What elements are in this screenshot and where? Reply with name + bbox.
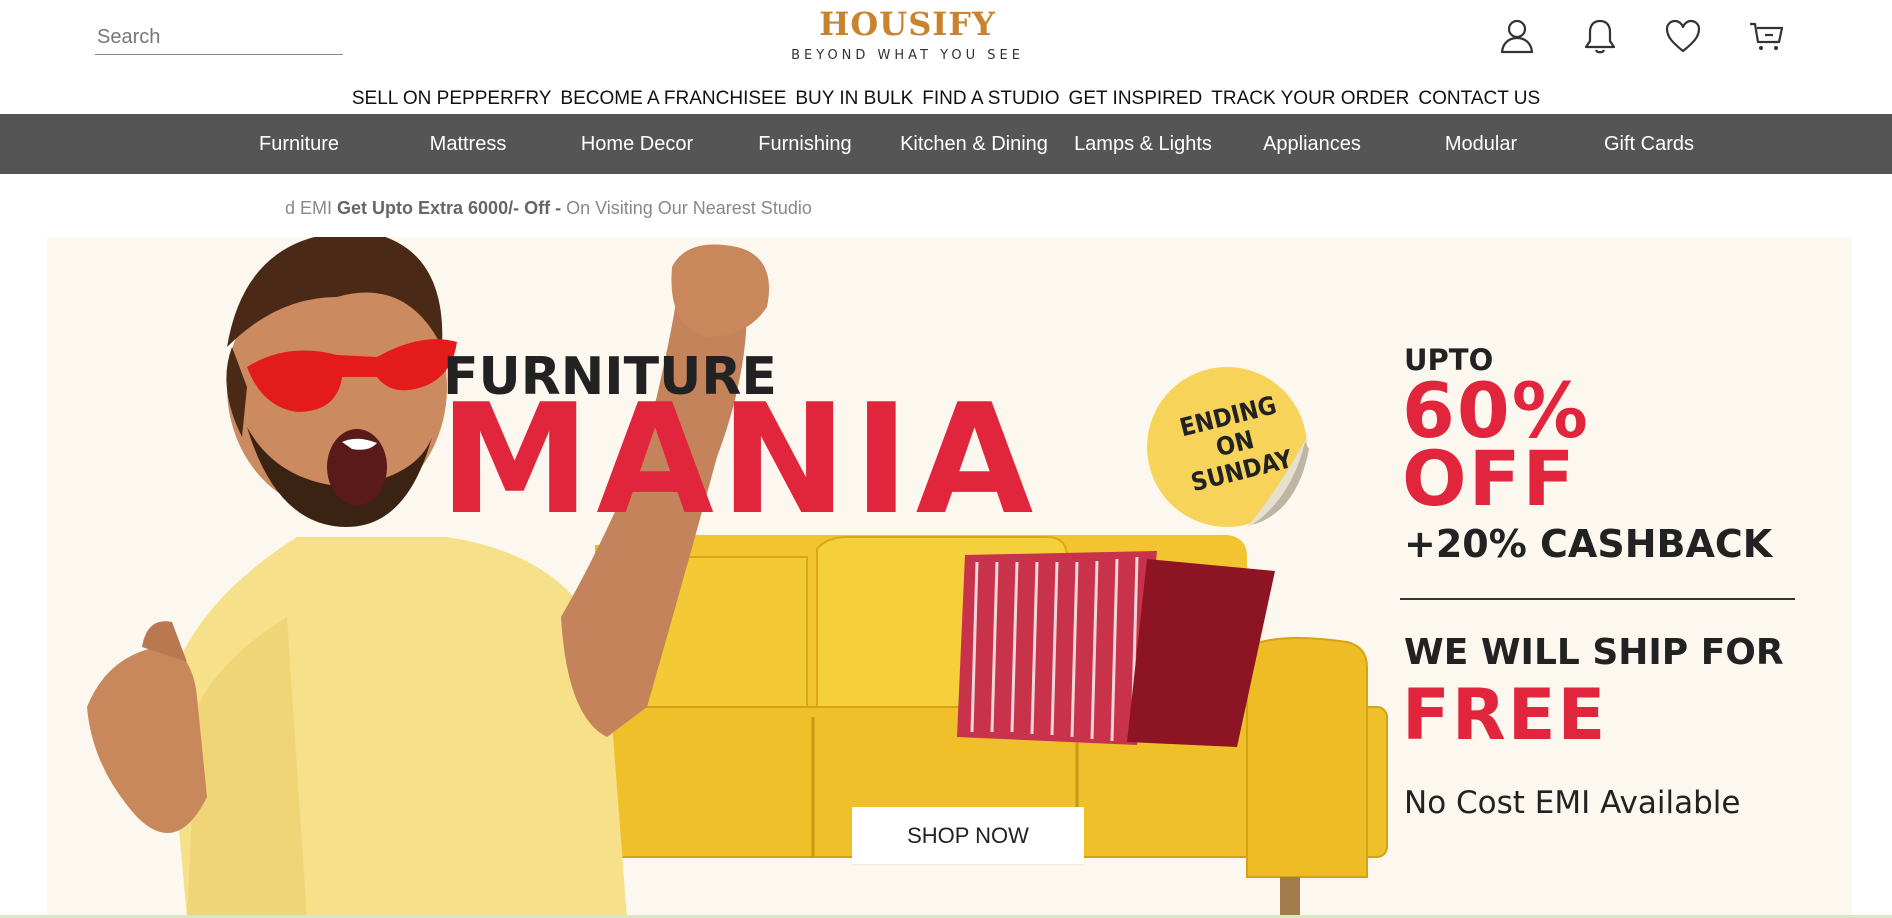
user-icon (1500, 19, 1534, 54)
category-nav: Furniture Mattress Home Decor Furnishing… (0, 114, 1892, 174)
category-gift-cards[interactable]: Gift Cards (1565, 114, 1733, 174)
link-contact-us[interactable]: CONTACT US (1418, 86, 1540, 114)
offer-off: OFF (1402, 434, 1577, 523)
category-mattress[interactable]: Mattress (384, 114, 552, 174)
promo-marquee: d EMI Get Upto Extra 6000/- Off - On Vis… (285, 196, 812, 220)
utility-nav: SELL ON PEPPERFRY BECOME A FRANCHISEE BU… (0, 86, 1892, 114)
link-track-order[interactable]: TRACK YOUR ORDER (1211, 86, 1409, 114)
pillow-striped (957, 551, 1157, 745)
category-kitchen-dining[interactable]: Kitchen & Dining (890, 114, 1058, 174)
category-modular[interactable]: Modular (1397, 114, 1565, 174)
category-lamps-lights[interactable]: Lamps & Lights (1059, 114, 1227, 174)
link-get-inspired[interactable]: GET INSPIRED (1069, 86, 1203, 114)
search-input[interactable] (95, 20, 343, 54)
cart-icon (1750, 22, 1784, 50)
bell-icon (1584, 19, 1616, 54)
category-appliances[interactable]: Appliances (1228, 114, 1396, 174)
category-furnishing[interactable]: Furnishing (721, 114, 889, 174)
shipping-text: WE WILL SHIP FOR (1404, 632, 1784, 673)
search-box[interactable] (95, 20, 343, 55)
logo-title: HOUSIFY (819, 5, 996, 43)
site-header: HOUSIFY BEYOND WHAT YOU SEE (0, 0, 1892, 80)
category-furniture[interactable]: Furniture (215, 114, 383, 174)
heart-icon (1665, 19, 1701, 53)
hero-mania-text: MANIA (439, 371, 1040, 548)
wishlist-button[interactable] (1661, 14, 1705, 58)
promo-prefix: d EMI (285, 198, 338, 218)
category-home-decor[interactable]: Home Decor (553, 114, 721, 174)
cart-button[interactable] (1744, 14, 1788, 58)
link-become-franchisee[interactable]: BECOME A FRANCHISEE (560, 86, 786, 114)
link-buy-in-bulk[interactable]: BUY IN BULK (795, 86, 913, 114)
logo-tagline: BEYOND WHAT YOU SEE (791, 48, 1024, 63)
hero-banner[interactable]: FURNITURE MANIA ENDING ON SUNDAY UPTO 60… (47, 237, 1852, 918)
link-find-a-studio[interactable]: FIND A STUDIO (922, 86, 1059, 114)
account-button[interactable] (1495, 14, 1539, 58)
offer-divider (1400, 598, 1795, 600)
promo-suffix: On Visiting Our Nearest Studio (566, 198, 812, 218)
shipping-free: FREE (1402, 674, 1608, 756)
notifications-button[interactable] (1578, 14, 1622, 58)
site-logo[interactable]: HOUSIFY BEYOND WHAT YOU SEE (770, 4, 1045, 63)
emi-text: No Cost EMI Available (1404, 785, 1741, 821)
shop-now-button[interactable]: SHOP NOW (852, 807, 1084, 864)
link-sell-on-pepperfry[interactable]: SELL ON PEPPERFRY (352, 86, 552, 114)
offer-cashback: +20% CASHBACK (1404, 522, 1773, 566)
promo-bold: Get Upto Extra 6000/- Off - (337, 198, 567, 218)
